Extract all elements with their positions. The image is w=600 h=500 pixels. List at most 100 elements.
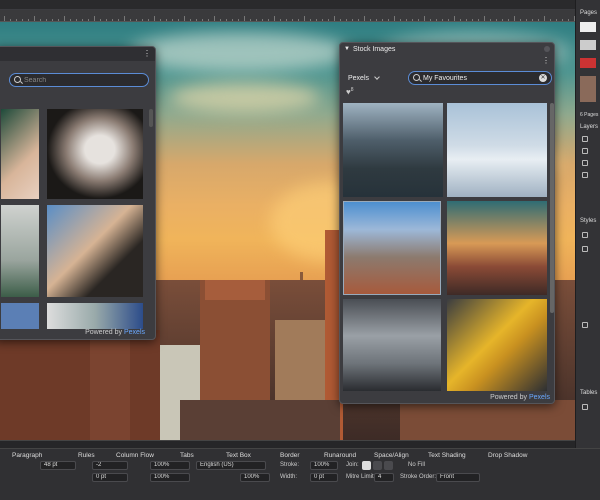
- stroke-order-label: Stroke Order:: [400, 474, 437, 480]
- no-fill-label[interactable]: No Fill: [408, 462, 425, 468]
- image-thumb-yellow-car[interactable]: [447, 299, 547, 391]
- image-thumb-highrise[interactable]: [343, 201, 441, 295]
- search-icon: [14, 76, 21, 83]
- close-icon[interactable]: [544, 46, 550, 52]
- panel-title: Stock Images: [352, 45, 396, 53]
- tab-space-align[interactable]: Space/Align: [374, 452, 409, 459]
- styles-panel-title[interactable]: Styles: [580, 218, 596, 224]
- cloud-shape: [170, 82, 320, 112]
- page-thumbnail[interactable]: [580, 58, 596, 68]
- language-dropdown[interactable]: English (US): [196, 461, 266, 470]
- scrollbar[interactable]: [149, 109, 153, 127]
- image-thumb-woman-face[interactable]: [1, 109, 39, 199]
- search-icon: [413, 74, 420, 81]
- tab-paragraph[interactable]: Paragraph: [12, 452, 42, 459]
- app-title-bar: [0, 0, 600, 10]
- image-thumb-veil[interactable]: [47, 109, 143, 199]
- more-options-icon[interactable]: ⋮: [143, 49, 151, 58]
- chevron-down-icon: [374, 73, 380, 80]
- powered-by-text: Powered by: [490, 394, 528, 401]
- horizontal-scale-field[interactable]: 100%: [150, 461, 190, 470]
- stroke-opacity-field[interactable]: 100%: [310, 461, 338, 470]
- page-thumbnail[interactable]: [580, 76, 596, 102]
- context-toolbar[interactable]: Paragraph Rules Column Flow Tabs Text Bo…: [0, 448, 600, 500]
- layers-panel-title[interactable]: Layers: [580, 124, 598, 130]
- source-value: Pexels: [348, 74, 370, 82]
- powered-by-label: Powered by Pexels: [85, 329, 145, 336]
- image-thumb-blue[interactable]: [1, 303, 39, 329]
- context-toolbar-tabs[interactable]: Paragraph Rules Column Flow Tabs Text Bo…: [0, 449, 600, 461]
- image-thumb-city-aerial[interactable]: [343, 103, 443, 197]
- powered-by-label: Powered by Pexels: [490, 394, 550, 401]
- building-row-right: [400, 400, 575, 440]
- tracking-field[interactable]: -2: [92, 461, 128, 470]
- tab-rules[interactable]: Rules: [78, 452, 95, 459]
- search-input[interactable]: [9, 73, 149, 87]
- search-field[interactable]: [24, 76, 148, 84]
- pages-count: 6 Pages: [580, 112, 599, 118]
- stroke-label: Stroke:: [280, 462, 300, 468]
- mitre-limit-label: Mitre Limit:: [346, 474, 376, 480]
- panel-title-bar[interactable]: ▼ Stock Images: [340, 43, 554, 55]
- layer-icon[interactable]: [582, 148, 588, 154]
- settings-icon[interactable]: [582, 322, 588, 328]
- cloud-shape: [130, 32, 350, 72]
- page-thumbnail[interactable]: [580, 22, 596, 32]
- horizontal-ruler: [0, 10, 575, 22]
- style-icon[interactable]: [582, 232, 588, 238]
- tab-border[interactable]: Border: [280, 452, 300, 459]
- tab-tabs[interactable]: Tabs: [180, 452, 194, 459]
- search-input[interactable]: My Favourites ✕: [408, 71, 552, 85]
- collapse-icon[interactable]: ▼: [344, 46, 350, 52]
- width-label: Width:: [280, 474, 298, 480]
- page-thumbnail[interactable]: [580, 40, 596, 50]
- clear-icon[interactable]: ✕: [539, 74, 547, 82]
- pages-panel-title[interactable]: Pages: [580, 10, 597, 16]
- miter-join-icon[interactable]: [362, 461, 371, 470]
- layer-icon[interactable]: [582, 160, 588, 166]
- image-thumb-car[interactable]: [1, 205, 39, 297]
- layer-icon[interactable]: [582, 136, 588, 142]
- favourites-icon[interactable]: ♥8: [346, 87, 354, 97]
- vertical-scale-field[interactable]: 100%: [150, 473, 190, 482]
- table-icon[interactable]: [582, 404, 588, 410]
- image-thumb-cars[interactable]: [343, 299, 441, 391]
- search-value[interactable]: My Favourites: [423, 75, 467, 82]
- leading-field[interactable]: 0 pt: [92, 473, 128, 482]
- more-options-icon[interactable]: ⋮: [542, 56, 550, 65]
- layer-icon[interactable]: [582, 172, 588, 178]
- status-bar: [0, 440, 575, 448]
- tab-text-box[interactable]: Text Box: [226, 452, 251, 459]
- building-top: [205, 280, 265, 300]
- building-row: [180, 400, 340, 440]
- studio-panels[interactable]: Pages 6 Pages Layers Styles Tables: [575, 0, 600, 500]
- style-icon[interactable]: [582, 246, 588, 252]
- image-thumb-camera[interactable]: [47, 303, 143, 329]
- tab-column-flow[interactable]: Column Flow: [116, 452, 154, 459]
- tab-text-shading[interactable]: Text Shading: [428, 452, 466, 459]
- image-thumb-woman-sunglasses[interactable]: [47, 205, 143, 297]
- tables-panel-title[interactable]: Tables: [580, 390, 597, 396]
- stock-images-panel[interactable]: ▼ Stock Images ⋮ Pexels My Favourites ✕ …: [339, 42, 555, 404]
- powered-by-text: Powered by: [85, 329, 123, 336]
- stroke-order-dropdown[interactable]: Front: [436, 473, 480, 482]
- bevel-join-icon[interactable]: [384, 461, 393, 470]
- mitre-limit-field[interactable]: 4: [374, 473, 394, 482]
- pexels-link[interactable]: Pexels: [124, 329, 145, 336]
- favourites-count: 8: [350, 87, 354, 93]
- image-thumb-skyline-sunset[interactable]: [447, 201, 547, 295]
- image-thumb-city-clouds[interactable]: [447, 103, 547, 197]
- pexels-link[interactable]: Pexels: [529, 394, 550, 401]
- stock-images-panel-left[interactable]: ⋮ Powered by Pexels: [0, 46, 156, 340]
- tab-drop-shadow[interactable]: Drop Shadow: [488, 452, 527, 459]
- stroke-width-field[interactable]: 0 pt: [310, 473, 338, 482]
- church: [0, 330, 160, 440]
- font-size-field[interactable]: 48 pt: [40, 461, 76, 470]
- tab-runaround[interactable]: Runaround: [324, 452, 356, 459]
- round-join-icon[interactable]: [373, 461, 382, 470]
- source-dropdown[interactable]: Pexels: [344, 71, 402, 85]
- join-label: Join:: [346, 462, 359, 468]
- scrollbar[interactable]: [550, 103, 554, 313]
- opacity-field[interactable]: 100%: [240, 473, 270, 482]
- panel-header[interactable]: ⋮: [0, 47, 155, 61]
